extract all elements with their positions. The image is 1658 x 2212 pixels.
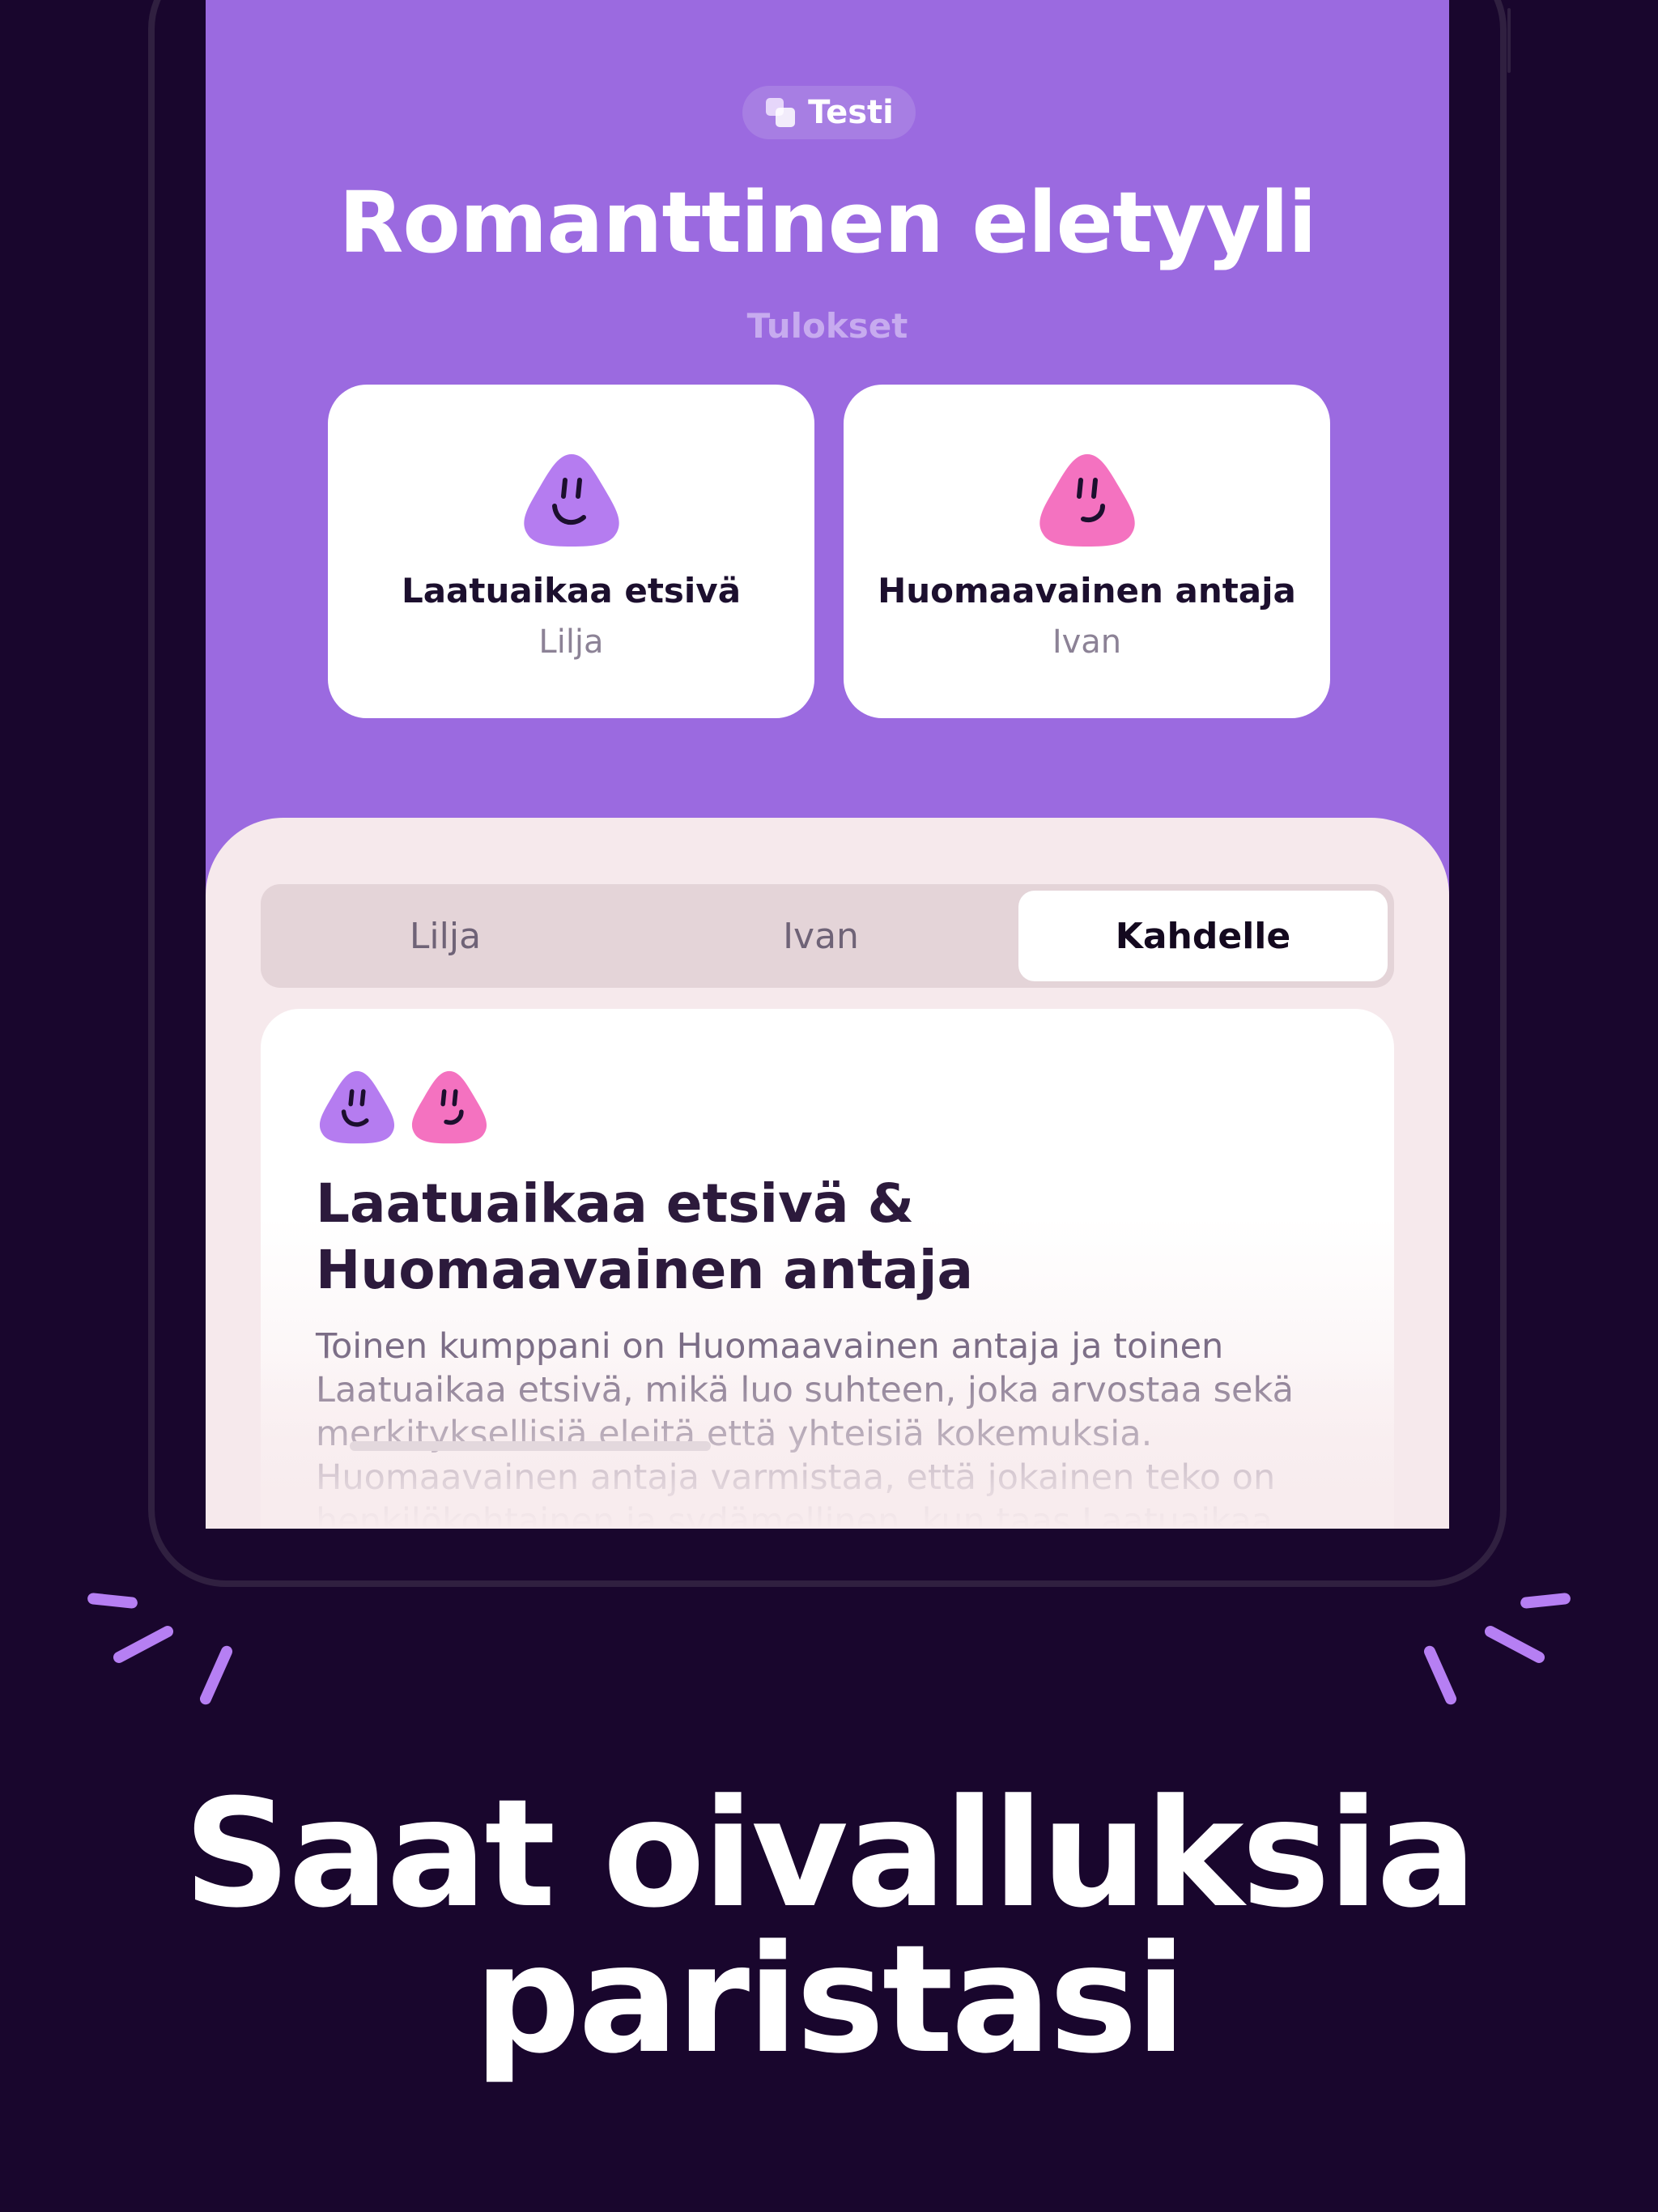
device-side-button (1507, 8, 1511, 73)
tab-lilja[interactable]: Lilja (261, 891, 630, 981)
result-type-label: Laatuaikaa etsivä (401, 571, 742, 610)
smiley-blob-purple-icon (319, 1070, 395, 1144)
tagline: Saat oivalluksia paristasi (0, 1767, 1658, 2087)
badge-label: Testi (808, 94, 894, 131)
cards-icon (764, 96, 797, 129)
text-fade-overlay (261, 1351, 1394, 1529)
smiley-blob-purple-icon (519, 449, 624, 548)
tab-kahdelle[interactable]: Kahdelle (1018, 891, 1388, 981)
tab-ivan[interactable]: Ivan (636, 891, 1005, 981)
avatar-pair (316, 1067, 491, 1145)
tagline-line-2: paristasi (474, 1913, 1187, 2087)
test-badge: Testi (742, 86, 916, 139)
result-person-name: Lilja (538, 623, 604, 661)
sparkle-decoration (111, 1623, 176, 1665)
result-card-ivan[interactable]: Huomaavainen antaja Ivan (844, 385, 1330, 718)
sparkle-decoration (87, 1592, 138, 1610)
result-card-lilja[interactable]: Laatuaikaa etsivä Lilja (328, 385, 814, 718)
segmented-tabs: Lilja Ivan Kahdelle (261, 884, 1394, 988)
sparkle-decoration (198, 1644, 235, 1707)
smiley-blob-pink-icon (1035, 449, 1140, 548)
sparkle-decoration (1482, 1623, 1547, 1665)
combined-result-title: Laatuaikaa etsivä & Huomaavainen antaja (316, 1172, 974, 1301)
combined-result-card[interactable]: Laatuaikaa etsivä & Huomaavainen antaja … (261, 1009, 1394, 1529)
smiley-blob-pink-icon (411, 1070, 487, 1144)
tagline-line-1: Saat oivalluksia (183, 1767, 1477, 1941)
sparkle-decoration (1422, 1644, 1459, 1707)
sparkle-decoration (1520, 1592, 1571, 1610)
result-type-label: Huomaavainen antaja (878, 571, 1296, 610)
results-subtitle: Tulokset (746, 306, 908, 346)
page-title: Romanttinen eletyyli (338, 173, 1316, 272)
result-person-name: Ivan (1052, 623, 1122, 661)
scroll-indicator (350, 1441, 711, 1451)
